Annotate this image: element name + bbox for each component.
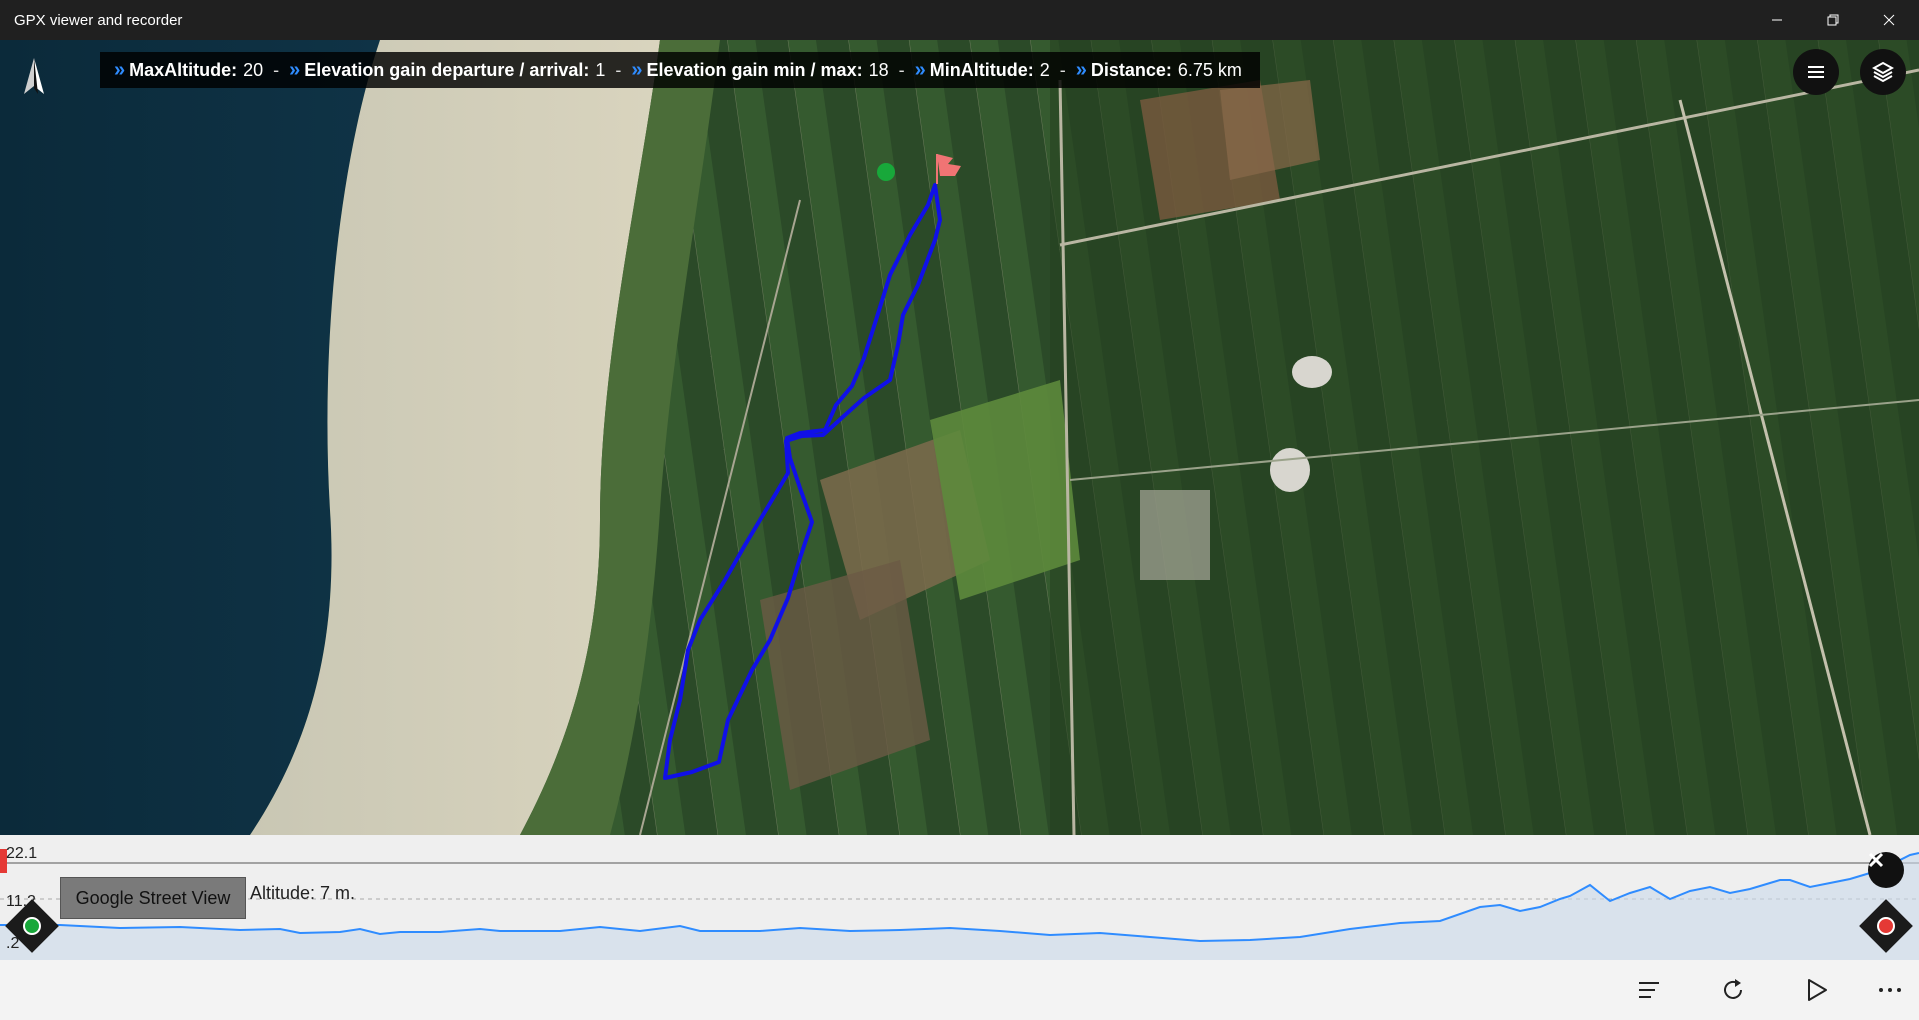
list-button[interactable]: [1627, 970, 1671, 1010]
more-button[interactable]: [1868, 970, 1912, 1010]
menu-button[interactable]: [1793, 49, 1839, 95]
satellite-imagery: [0, 40, 1919, 835]
layers-button[interactable]: [1860, 49, 1906, 95]
chevron-right-icon: »: [1075, 58, 1087, 81]
chevron-right-icon: »: [914, 58, 926, 81]
start-point-marker[interactable]: [877, 163, 895, 181]
play-button[interactable]: [1795, 970, 1839, 1010]
stat-elevation-gain-departure-arrival: » Elevation gain departure / arrival: 1: [289, 58, 606, 81]
compass-icon[interactable]: [14, 56, 54, 96]
close-window-button[interactable]: [1866, 0, 1912, 40]
chevron-right-icon: »: [289, 58, 301, 81]
title-bar: GPX viewer and recorder: [0, 0, 1919, 40]
minimize-icon: [1772, 19, 1782, 21]
altitude-readout: Altitude: 7 m.: [250, 883, 356, 903]
y-max-label: 22.1: [6, 845, 38, 862]
restore-button[interactable]: [1810, 0, 1856, 40]
google-street-view-button[interactable]: Google Street View: [60, 877, 246, 919]
stat-max-altitude: » MaxAltitude: 20: [114, 58, 264, 81]
chevron-right-icon: »: [631, 58, 643, 81]
play-icon: [1808, 979, 1827, 1001]
track-stats-bar: » MaxAltitude: 20 - » Elevation gain dep…: [100, 52, 1260, 88]
close-window-icon: [1883, 14, 1895, 26]
stat-elevation-gain-min-max: » Elevation gain min / max: 18: [631, 58, 889, 81]
more-icon: [1879, 988, 1901, 992]
close-profile-button[interactable]: [1868, 852, 1904, 888]
refresh-button[interactable]: [1711, 970, 1755, 1010]
bottom-command-bar: [0, 960, 1919, 1020]
stat-distance: » Distance: 6.75 km: [1075, 58, 1242, 81]
refresh-icon: [1724, 979, 1742, 999]
layers-icon: [1872, 61, 1894, 83]
elevation-profile-panel[interactable]: 22.1 11.2 .2 Google Street View Altitude…: [0, 835, 1919, 960]
minimize-button[interactable]: [1754, 0, 1800, 40]
restore-icon: [1827, 14, 1839, 26]
close-icon: [1868, 852, 1884, 868]
hamburger-menu-icon: [1808, 66, 1824, 78]
satellite-map[interactable]: » MaxAltitude: 20 - » Elevation gain dep…: [0, 40, 1919, 835]
elevation-area: [0, 853, 1919, 960]
list-icon: [1639, 982, 1659, 998]
chevron-right-icon: »: [114, 58, 126, 81]
stat-min-altitude: » MinAltitude: 2: [914, 58, 1050, 81]
window-title: GPX viewer and recorder: [14, 12, 183, 29]
